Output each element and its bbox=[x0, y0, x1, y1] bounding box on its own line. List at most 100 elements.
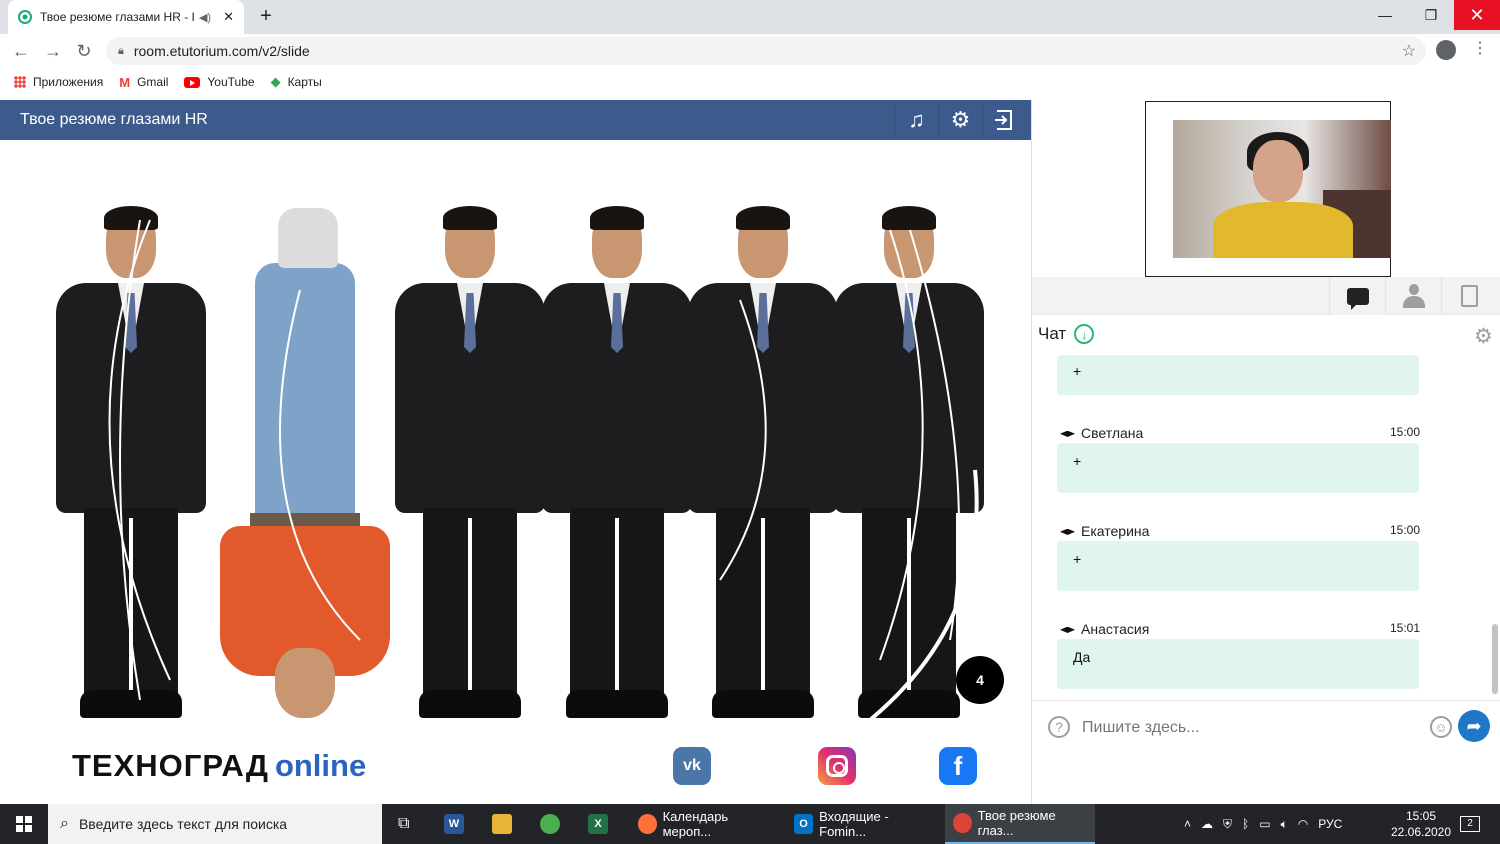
bluetooth-icon[interactable]: ᛒ bbox=[1242, 817, 1249, 831]
chat-message-meta: Екатерина 15:00 bbox=[1060, 523, 1420, 539]
account-avatar-icon[interactable] bbox=[1436, 40, 1456, 60]
help-icon[interactable]: ? bbox=[1048, 716, 1070, 738]
chat-message-bubble: Да bbox=[1057, 639, 1419, 689]
browser-menu-icon[interactable]: ⋮ bbox=[1472, 38, 1488, 58]
chat-input-row: ? ☺ ➦ bbox=[1032, 700, 1500, 752]
presenter-video[interactable] bbox=[1145, 101, 1391, 277]
clock-time: 15:05 bbox=[1405, 809, 1437, 823]
taskbar-search[interactable]: ⌕ Введите здесь текст для поиска bbox=[48, 804, 382, 844]
address-bar[interactable]: 🔒︎ room.etutorium.com/v2/slide ☆ bbox=[106, 37, 1426, 65]
maps-icon: ◆ bbox=[270, 74, 281, 89]
message-text: + bbox=[1073, 363, 1082, 379]
onedrive-icon[interactable]: ☁ bbox=[1201, 817, 1213, 831]
taskbar-firefox-window[interactable]: Календарь мероп... bbox=[630, 804, 780, 844]
clock[interactable]: 15:05 22.06.2020 bbox=[1386, 808, 1456, 840]
instagram-link[interactable] bbox=[818, 747, 856, 785]
tab-title: Твое резюме глазами HR - I bbox=[40, 10, 195, 24]
taskbar-outlook-window[interactable]: O Входящие - Fomin... bbox=[786, 804, 942, 844]
taskbar-chrome-window[interactable]: Твое резюме глаз... bbox=[945, 804, 1095, 844]
webinar-title: Твое резюме глазами HR bbox=[20, 111, 208, 128]
taskbar-word[interactable]: W bbox=[436, 804, 478, 844]
volume-icon[interactable]: 🔈︎ bbox=[1281, 817, 1288, 832]
new-tab-button[interactable]: + bbox=[254, 5, 278, 29]
vk-icon: vk bbox=[683, 757, 701, 774]
start-button[interactable] bbox=[0, 804, 48, 844]
back-button[interactable]: ← bbox=[9, 39, 33, 63]
bookmarks-bar: Приложения M Gmail YouTube ◆ Карты bbox=[0, 68, 1500, 96]
technograd-logo: ТЕХНОГРАД online bbox=[72, 748, 366, 784]
music-button[interactable]: ♫ bbox=[894, 100, 938, 140]
brand-suffix-text: online bbox=[274, 748, 367, 783]
chat-settings-icon[interactable]: ⚙ bbox=[1474, 324, 1493, 349]
url-text: room.etutorium.com/v2/slide bbox=[133, 43, 310, 59]
message-time: 15:00 bbox=[1389, 425, 1420, 439]
music-note-icon: ♫ bbox=[908, 107, 925, 132]
page-number-badge: 4 bbox=[956, 656, 1004, 704]
upside-down-person-figure bbox=[220, 208, 390, 718]
browser-tab[interactable]: Твое резюме глазами HR - I ◀) ✕ bbox=[8, 0, 244, 34]
facebook-link[interactable]: f bbox=[939, 747, 977, 785]
download-chat-icon[interactable]: ↓ bbox=[1074, 324, 1095, 344]
folder-icon bbox=[492, 814, 512, 834]
bookmark-label: YouTube bbox=[207, 75, 255, 89]
notifications-icon[interactable]: 2 bbox=[1460, 816, 1480, 832]
vk-link[interactable]: vk bbox=[673, 747, 711, 785]
browser-toolbar: ← → ↻ 🔒︎ room.etutorium.com/v2/slide ☆ bbox=[0, 34, 1500, 68]
side-panel: Чат ↓ ⚙ + Светлана 15:00 + Екатерина 15:… bbox=[1031, 100, 1500, 804]
minimize-button[interactable]: — bbox=[1362, 0, 1408, 30]
exit-button[interactable] bbox=[982, 100, 1026, 140]
chrome-icon bbox=[953, 813, 972, 833]
system-tray: ˄ ☁ ⛨ ᛒ ▭ 🔈︎ ◠ РУС bbox=[1184, 804, 1352, 844]
audio-playing-icon[interactable]: ◀) bbox=[199, 11, 211, 24]
wifi-icon[interactable]: ◠ bbox=[1298, 817, 1308, 831]
gmail-icon: M bbox=[119, 74, 131, 90]
emoji-icon[interactable]: ☺ bbox=[1430, 716, 1452, 738]
tab-participants[interactable] bbox=[1385, 277, 1441, 315]
windows-logo-icon bbox=[16, 816, 32, 832]
tab-chat[interactable] bbox=[1329, 277, 1385, 315]
bookmark-youtube[interactable]: YouTube bbox=[184, 75, 255, 89]
instagram-icon bbox=[826, 755, 848, 777]
windows-taskbar: ⌕ Введите здесь текст для поиска ⧉ W X К… bbox=[0, 804, 1500, 844]
taskbar-app-label: Входящие - Fomin... bbox=[819, 809, 889, 839]
chat-bubble-icon bbox=[1346, 287, 1369, 310]
chat-scrollbar[interactable] bbox=[1492, 624, 1498, 694]
chat-message-input[interactable] bbox=[1082, 715, 1412, 741]
language-indicator[interactable]: РУС bbox=[1318, 817, 1342, 831]
show-hidden-icons[interactable]: ˄ bbox=[1184, 817, 1191, 831]
search-placeholder: Введите здесь текст для поиска bbox=[78, 816, 288, 832]
browser-titlebar: Твое резюме глазами HR - I ◀) ✕ + — ❐ ✕ bbox=[0, 0, 1500, 34]
restore-button[interactable]: ❐ bbox=[1408, 0, 1454, 30]
firefox-icon bbox=[638, 814, 657, 834]
chat-message-bubble: + bbox=[1057, 443, 1419, 493]
presentation-slide: 4 ТЕХНОГРАД online vk f bbox=[0, 140, 1031, 804]
bookmark-apps[interactable]: Приложения bbox=[14, 75, 103, 89]
message-time: 15:01 bbox=[1389, 621, 1420, 635]
word-icon: W bbox=[444, 814, 464, 834]
etutorium-favicon-icon bbox=[18, 10, 32, 24]
message-text: Да bbox=[1073, 649, 1091, 665]
tab-files[interactable] bbox=[1441, 277, 1497, 315]
send-button[interactable]: ➦ bbox=[1458, 710, 1490, 742]
defender-icon[interactable]: ⛨ bbox=[1223, 817, 1232, 832]
businessman-figure bbox=[688, 206, 838, 718]
taskbar-globe-app[interactable] bbox=[532, 804, 574, 844]
bookmark-gmail[interactable]: M Gmail bbox=[119, 75, 168, 90]
close-window-button[interactable]: ✕ bbox=[1454, 0, 1500, 30]
bookmark-maps[interactable]: ◆ Карты bbox=[271, 74, 322, 90]
businessman-figure bbox=[542, 206, 692, 718]
forward-button[interactable]: → bbox=[41, 39, 65, 63]
video-feed bbox=[1173, 120, 1391, 258]
apps-grid-icon bbox=[14, 76, 26, 88]
battery-icon[interactable]: ▭ bbox=[1259, 817, 1270, 831]
close-tab-icon[interactable]: ✕ bbox=[223, 9, 234, 25]
message-text: + bbox=[1073, 551, 1082, 567]
task-view-button[interactable]: ⧉ bbox=[390, 804, 417, 844]
bookmark-label: Карты bbox=[287, 75, 322, 89]
settings-button[interactable]: ⚙ bbox=[938, 100, 982, 140]
bookmark-star-icon[interactable]: ☆ bbox=[1402, 41, 1416, 61]
reload-button[interactable]: ↻ bbox=[72, 39, 96, 63]
taskbar-excel[interactable]: X bbox=[580, 804, 622, 844]
brand-main-text: ТЕХНОГРАД bbox=[72, 748, 269, 783]
taskbar-explorer[interactable] bbox=[484, 804, 526, 844]
